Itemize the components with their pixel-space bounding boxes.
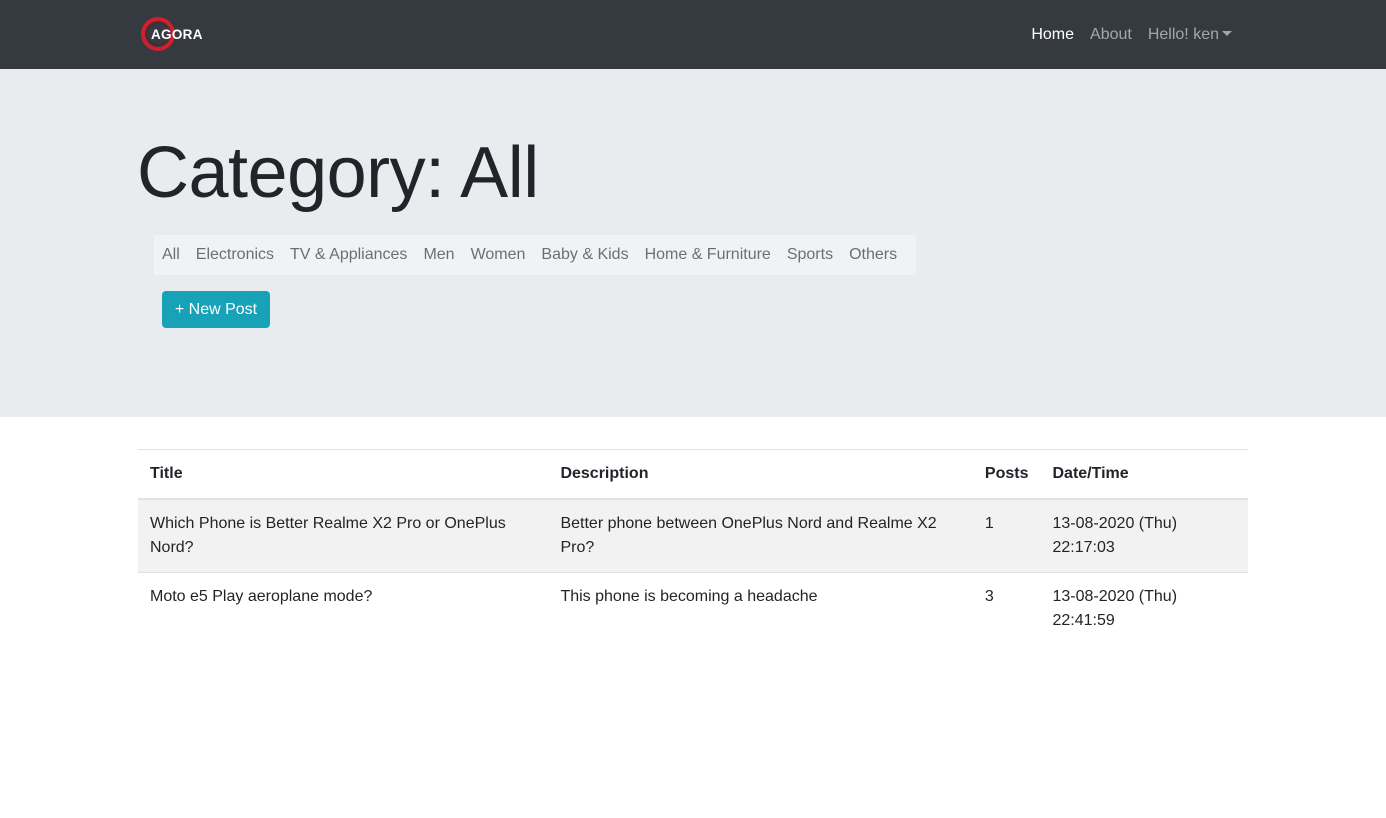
category-others[interactable]: Others [841,246,905,264]
thread-title[interactable]: Moto e5 Play aeroplane mode? [138,572,549,645]
threads-table-container: Title Description Posts Date/Time Which … [138,449,1248,645]
user-menu-label: Hello! ken [1147,25,1219,43]
category-electronics[interactable]: Electronics [188,246,282,264]
thread-post-count: 1 [984,515,994,532]
table-row[interactable]: Moto e5 Play aeroplane mode? This phone … [138,572,1248,645]
nav-about[interactable]: About [1082,26,1140,44]
category-home-furniture[interactable]: Home & Furniture [637,246,779,264]
column-header-posts: Posts [972,449,1041,500]
thread-datetime: 13-08-2020 (Thu) 22:17:03 [1052,515,1178,556]
category-sports[interactable]: Sports [779,246,841,264]
new-post-button[interactable]: + New Post [162,291,270,328]
category-women[interactable]: Women [463,246,534,264]
category-men[interactable]: Men [415,246,462,264]
navbar: AGORA Home About Hello! ken [0,0,1386,69]
category-baby-kids[interactable]: Baby & Kids [533,246,636,264]
column-header-description: Description [548,449,973,500]
user-menu-dropdown[interactable]: Hello! ken [1140,26,1240,44]
category-tv-appliances[interactable]: TV & Appliances [282,246,415,264]
agora-logo[interactable]: AGORA [141,16,211,52]
thread-title[interactable]: Which Phone is Better Realme X2 Pro or O… [138,499,548,573]
thread-description: This phone is becoming a headache [548,572,973,645]
nav-home[interactable]: Home [1023,26,1082,44]
brand-text: AGORA [151,27,203,42]
category-all[interactable]: All [154,246,188,264]
thread-description: Better phone between OnePlus Nord and Re… [560,515,937,556]
page-title: Category: All [137,133,539,213]
column-header-title: Title [138,449,549,500]
nav-links: Home About Hello! ken [1023,0,1240,69]
caret-down-icon [1222,30,1232,36]
thread-post-count: 3 [972,572,1041,645]
table-row[interactable]: Which Phone is Better Realme X2 Pro or O… [138,499,1248,573]
category-header: Category: All All Electronics TV & Appli… [0,69,1386,417]
category-nav: All Electronics TV & Appliances Men Wome… [154,235,916,275]
thread-datetime: 13-08-2020 (Thu) 22:41:59 [1040,572,1248,645]
table-header-row: Title Description Posts Date/Time [138,449,1248,500]
threads-table: Title Description Posts Date/Time Which … [138,449,1248,645]
column-header-datetime: Date/Time [1040,449,1248,500]
